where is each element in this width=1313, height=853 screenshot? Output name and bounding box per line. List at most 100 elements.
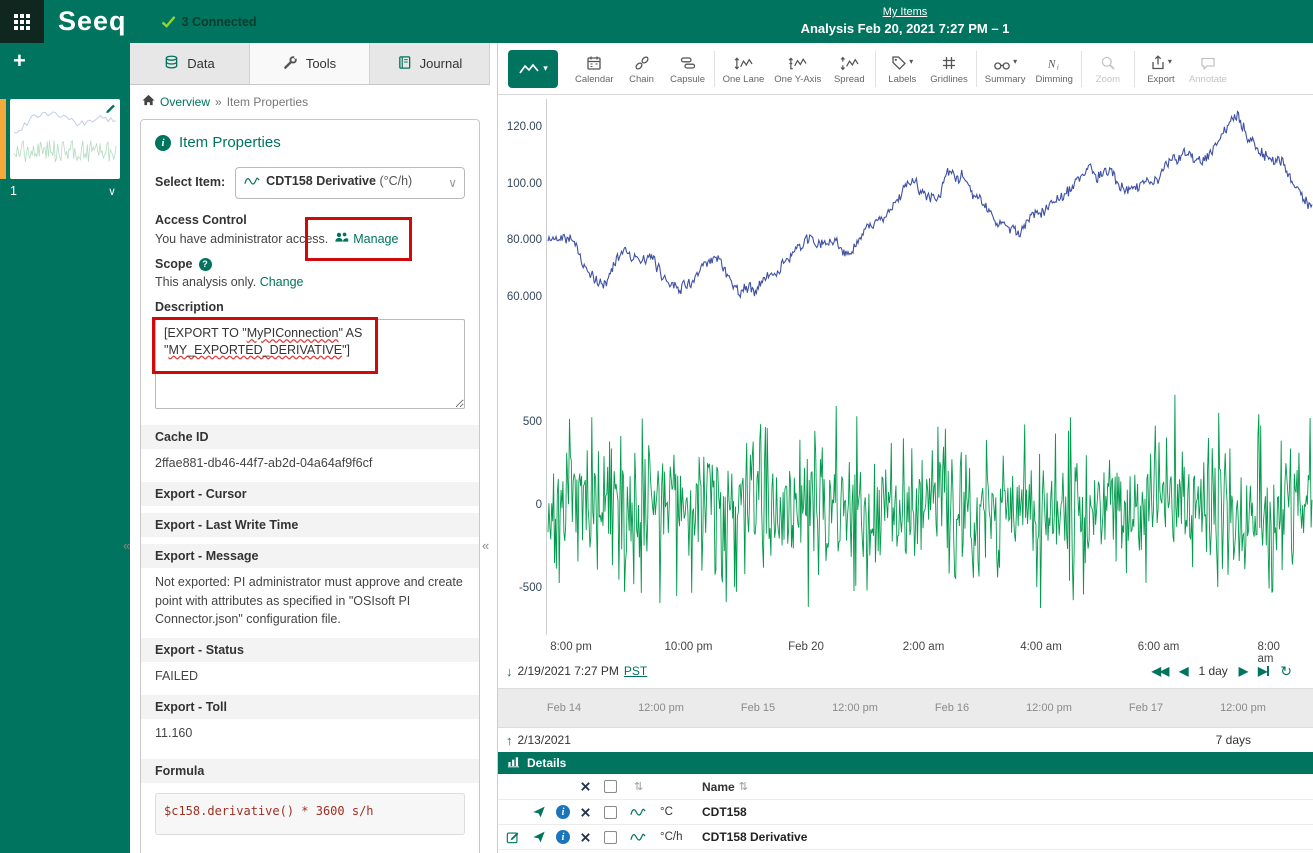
toolbar-button-dimming[interactable]: NiDimming [1030, 45, 1077, 93]
worksheet-footer: 1 ∨ [10, 184, 120, 198]
toolbar-button-label: Annotate [1189, 74, 1227, 85]
collapse-panel-handle-right[interactable]: « [482, 538, 489, 553]
property-value: Not exported: PI administrator must appr… [155, 568, 465, 631]
display-range-start[interactable]: ↓ 2/19/2021 7:27 PM PST [506, 664, 647, 679]
arrow-down-icon: ↓ [506, 664, 513, 679]
manage-access-link[interactable]: Manage [334, 231, 398, 246]
database-icon [164, 55, 179, 73]
manage-label: Manage [353, 232, 398, 246]
sort-icon[interactable]: ⇅ [739, 780, 748, 793]
refresh-icon[interactable]: ↻ [1280, 663, 1291, 680]
toolbar-button-chain[interactable]: Chain [619, 45, 665, 93]
remove-item-icon[interactable] [580, 807, 604, 818]
connection-status[interactable]: 3 Connected [161, 15, 257, 29]
chevron-down-icon: ▾ [543, 63, 548, 74]
app-switcher-button[interactable] [0, 0, 44, 43]
item-uom: °C [660, 806, 702, 818]
collapse-panel-handle-left[interactable]: « [123, 538, 130, 553]
property-row: Export - MessageNot exported: PI adminis… [155, 544, 465, 631]
breadcrumb-overview-link[interactable]: Overview [160, 95, 210, 109]
edit-properties-icon[interactable] [506, 830, 532, 844]
item-name[interactable]: CDT158 [702, 805, 1313, 819]
display-range-start-value[interactable]: 2/19/2021 7:27 PM [518, 664, 619, 678]
toolbar-separator [1081, 51, 1082, 87]
step-back-half-icon[interactable]: ◀ [1179, 664, 1187, 678]
access-control-label: Access Control [155, 213, 465, 227]
sort-icon[interactable]: ⇅ [634, 780, 660, 793]
trend-toolbar: ▾ CalendarChain Capsule One LaneOne Y-Axis… [498, 43, 1313, 95]
item-select-dropdown[interactable]: CDT158 Derivative (°C/h) ∨ [235, 167, 465, 199]
x-axis-tick-label: 2:00 am [903, 641, 945, 653]
name-column-header[interactable]: Name⇅ [702, 780, 1313, 794]
item-info-icon[interactable]: i [556, 805, 580, 819]
timeline-tick-label: 12:00 pm [1220, 689, 1266, 727]
investigate-range-start-value[interactable]: 2/13/2021 [518, 733, 571, 747]
send-to-trend-icon[interactable] [532, 830, 556, 844]
worksheet-rail: + 1 ∨ [0, 43, 130, 853]
item-name[interactable]: CDT158 Derivative [702, 830, 1313, 844]
tab-tools[interactable]: Tools [250, 43, 370, 84]
toolbar-button-label: Capsule [670, 74, 705, 85]
details-table-body: i °CCDT158 i °C/hCDT158 Derivative [498, 800, 1313, 850]
timeline-tick-label: Feb 17 [1129, 689, 1163, 727]
details-table-header: ⇅ Name⇅ [498, 774, 1313, 800]
select-all-checkbox[interactable] [604, 780, 630, 793]
y-axis-tick-label: 80.000 [500, 234, 542, 246]
description-textarea[interactable]: [EXPORT TO "MyPIConnection" AS "MY_EXPOR… [155, 319, 465, 409]
step-forward-full-icon[interactable]: ▶ [1258, 664, 1269, 678]
toolbar-button-gridlines[interactable]: Gridlines [925, 45, 973, 93]
chevron-down-icon[interactable]: ∨ [108, 185, 120, 198]
tab-data[interactable]: Data [130, 43, 250, 84]
home-icon[interactable] [142, 94, 155, 109]
tab-journal[interactable]: Journal [370, 43, 490, 84]
remove-item-icon[interactable] [580, 832, 604, 843]
property-label: Export - Toll [141, 695, 479, 719]
grid-icon [13, 13, 31, 31]
send-to-trend-icon[interactable] [532, 805, 556, 819]
display-range-duration[interactable]: 1 day [1198, 664, 1227, 678]
investigate-range-start[interactable]: ↑ 2/13/2021 [506, 733, 571, 748]
edit-worksheet-icon[interactable] [105, 102, 117, 114]
toolbar-separator [976, 51, 977, 87]
document-title[interactable]: Analysis Feb 20, 2021 7:27 PM – 1 [497, 21, 1313, 36]
my-items-link[interactable]: My Items [883, 6, 928, 18]
remove-all-icon[interactable] [580, 781, 604, 792]
details-panel-header[interactable]: Details [498, 752, 1313, 774]
step-forward-half-icon[interactable]: ▶ [1239, 664, 1247, 678]
trend-chart[interactable]: 120.00100.0080.00060.0005000-500 8:00 pm… [498, 95, 1313, 658]
worksheet-number: 1 [10, 184, 17, 198]
toolbar-button-calendar[interactable]: Calendar [570, 45, 619, 93]
item-uom: °C/h [660, 831, 702, 843]
item-info-icon[interactable]: i [556, 830, 580, 844]
property-value: 11.160 [155, 719, 465, 745]
breadcrumb-current: Item Properties [227, 95, 308, 109]
worksheet-thumbnail[interactable] [10, 99, 120, 179]
card-title-text: Item Properties [179, 134, 281, 151]
tab-label: Data [187, 56, 214, 71]
access-control-text: You have administrator access. [155, 232, 328, 246]
one-lane-icon [734, 53, 753, 71]
add-worksheet-button[interactable]: + [0, 43, 30, 74]
toolbar-button-capsule[interactable]: Capsule [665, 45, 711, 93]
seeq-logo[interactable]: Seeq [58, 6, 127, 37]
investigate-timeline[interactable]: Feb 1412:00 pmFeb 1512:00 pmFeb 1612:00 … [498, 688, 1313, 728]
toolbar-button-spread[interactable]: Spread [826, 45, 872, 93]
toolbar-button-one-y-axis[interactable]: One Y-Axis [769, 45, 826, 93]
chevron-down-icon: ∨ [448, 176, 457, 190]
formula-label: Formula [141, 759, 479, 783]
item-checkbox[interactable] [604, 831, 630, 844]
scope-text: This analysis only. [155, 275, 256, 289]
toolbar-button-summary[interactable]: ▾Summary [980, 45, 1031, 93]
toolbar-button-one-lane[interactable]: One Lane [718, 45, 770, 93]
item-checkbox[interactable] [604, 806, 630, 819]
timezone-link[interactable]: PST [624, 664, 647, 678]
trend-view-button[interactable]: ▾ [508, 50, 558, 88]
scope-label: Scope ? [155, 257, 465, 271]
step-back-full-icon[interactable]: ◀◀ [1152, 664, 1168, 678]
toolbar-separator [1134, 51, 1135, 87]
toolbar-button-export[interactable]: ▾Export [1138, 45, 1184, 93]
help-icon[interactable]: ? [199, 258, 212, 271]
change-scope-link[interactable]: Change [260, 275, 304, 289]
trend-icon [518, 62, 540, 76]
toolbar-button-labels[interactable]: ▾Labels [879, 45, 925, 93]
